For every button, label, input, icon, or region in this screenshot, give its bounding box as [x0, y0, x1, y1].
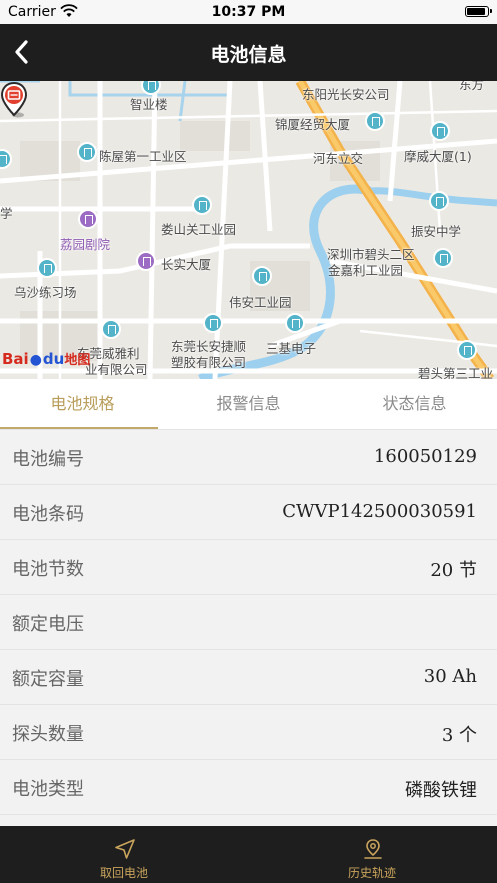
row-value: 30 Ah [423, 666, 477, 687]
map-label: 三基电子 [266, 341, 317, 356]
poi-icon [252, 266, 272, 286]
row-label: 电池类型 [12, 779, 84, 800]
page-title: 电池信息 [210, 44, 287, 66]
map-label: 振安中学 [411, 224, 462, 239]
row-label: 电池条码 [12, 504, 84, 525]
poi-icon [136, 251, 156, 271]
row-label: 电池编号 [12, 449, 84, 470]
map-label: 摩威大厦(1) [404, 149, 472, 164]
logo-text-bai: Bai [2, 350, 29, 368]
poi-icon [285, 313, 305, 333]
poi-icon [37, 258, 57, 278]
map-label: 东方 [459, 81, 485, 92]
row-label: 额定容量 [12, 669, 84, 690]
status-time: 10:37 PM [211, 4, 286, 20]
map-label: 伟安工业园 [229, 295, 292, 310]
list-item: 电池编号 160050129 [0, 430, 497, 485]
history-track-label: 历史轨迹 [347, 866, 396, 880]
map-label: 业有限公司 [85, 362, 148, 377]
paw-icon: ● [29, 352, 42, 368]
segmented-tabs: 电池规格 报警信息 状态信息 [0, 379, 497, 430]
poi-icon [192, 195, 212, 215]
list-item: 额定容量 30 Ah [0, 650, 497, 705]
row-value: CWVP142500030591 [282, 501, 477, 522]
map-label: 东阳光长安公司 [302, 87, 390, 102]
list-item: 电池节数 20 节 [0, 540, 497, 595]
map-label: 智业楼 [130, 97, 168, 112]
status-bar: Carrier 10:37 PM [0, 0, 497, 24]
row-label: 额定电压 [12, 614, 84, 635]
row-value: 20 节 [430, 560, 477, 581]
map-label: 荔园剧院 [60, 237, 111, 252]
map-label: 乌沙练习场 [14, 285, 77, 300]
battery-location-marker-icon[interactable] [0, 81, 28, 119]
nav-bar: 电池信息 [0, 24, 497, 81]
tab-battery-spec[interactable]: 电池规格 [0, 379, 165, 429]
battery-icon [465, 6, 492, 17]
map-label: 塑胶有限公司 [171, 355, 247, 370]
map-label: 河东立交 [313, 151, 364, 166]
row-value: 磷酸铁锂 [405, 780, 477, 801]
map-label: 锦厦经贸大厦 [275, 117, 351, 132]
retrieve-battery-label: 取回电池 [99, 866, 148, 880]
tab-status-info[interactable]: 状态信息 [332, 379, 497, 429]
poi-icon [430, 121, 450, 141]
row-label: 电池节数 [12, 559, 84, 580]
history-track-button[interactable]: 历史轨迹 [248, 826, 496, 883]
baidu-map-logo: Bai ● du 地图 [2, 349, 90, 368]
poi-icon [365, 111, 385, 131]
poi-icon [203, 313, 223, 333]
row-value: 3 个 [441, 725, 477, 746]
list-item: 探头数量 3 个 [0, 705, 497, 760]
location-pin-icon [364, 839, 382, 859]
map-label: 碧头第三工业 [418, 366, 494, 379]
bottom-action-bar: 取回电池 历史轨迹 [0, 826, 497, 883]
map-label: 长实大厦 [161, 257, 212, 272]
logo-text-ditu: 地图 [64, 353, 91, 368]
poi-icon [78, 209, 98, 229]
map-label: 学 [0, 206, 13, 221]
list-item: 额定电压 [0, 595, 497, 650]
poi-icon [101, 319, 121, 339]
poi-icon [457, 340, 477, 360]
poi-icon [433, 248, 453, 268]
row-value: 160050129 [373, 446, 477, 467]
list-item: 电池条码 CWVP142500030591 [0, 485, 497, 540]
battery-spec-list: 电池编号 160050129 电池条码 CWVP142500030591 电池节… [0, 430, 497, 815]
poi-icon [77, 142, 97, 162]
logo-text-du: du [42, 350, 65, 368]
map-view[interactable]: 智业楼 东阳光长安公司 东方 锦厦经贸大厦 陈屋第一工业区 河东立交 摩威大厦(… [0, 81, 497, 379]
tab-alarm-info[interactable]: 报警信息 [166, 379, 331, 429]
map-label: 娄山关工业园 [161, 222, 237, 237]
poi-icon [429, 191, 449, 211]
row-label: 探头数量 [12, 724, 84, 745]
map-label: 金嘉利工业园 [328, 263, 404, 278]
list-item: 电池类型 磷酸铁锂 [0, 760, 497, 815]
navigation-arrow-icon [115, 839, 135, 859]
map-label: 陈屋第一工业区 [99, 149, 187, 164]
retrieve-battery-button[interactable]: 取回电池 [0, 826, 248, 883]
